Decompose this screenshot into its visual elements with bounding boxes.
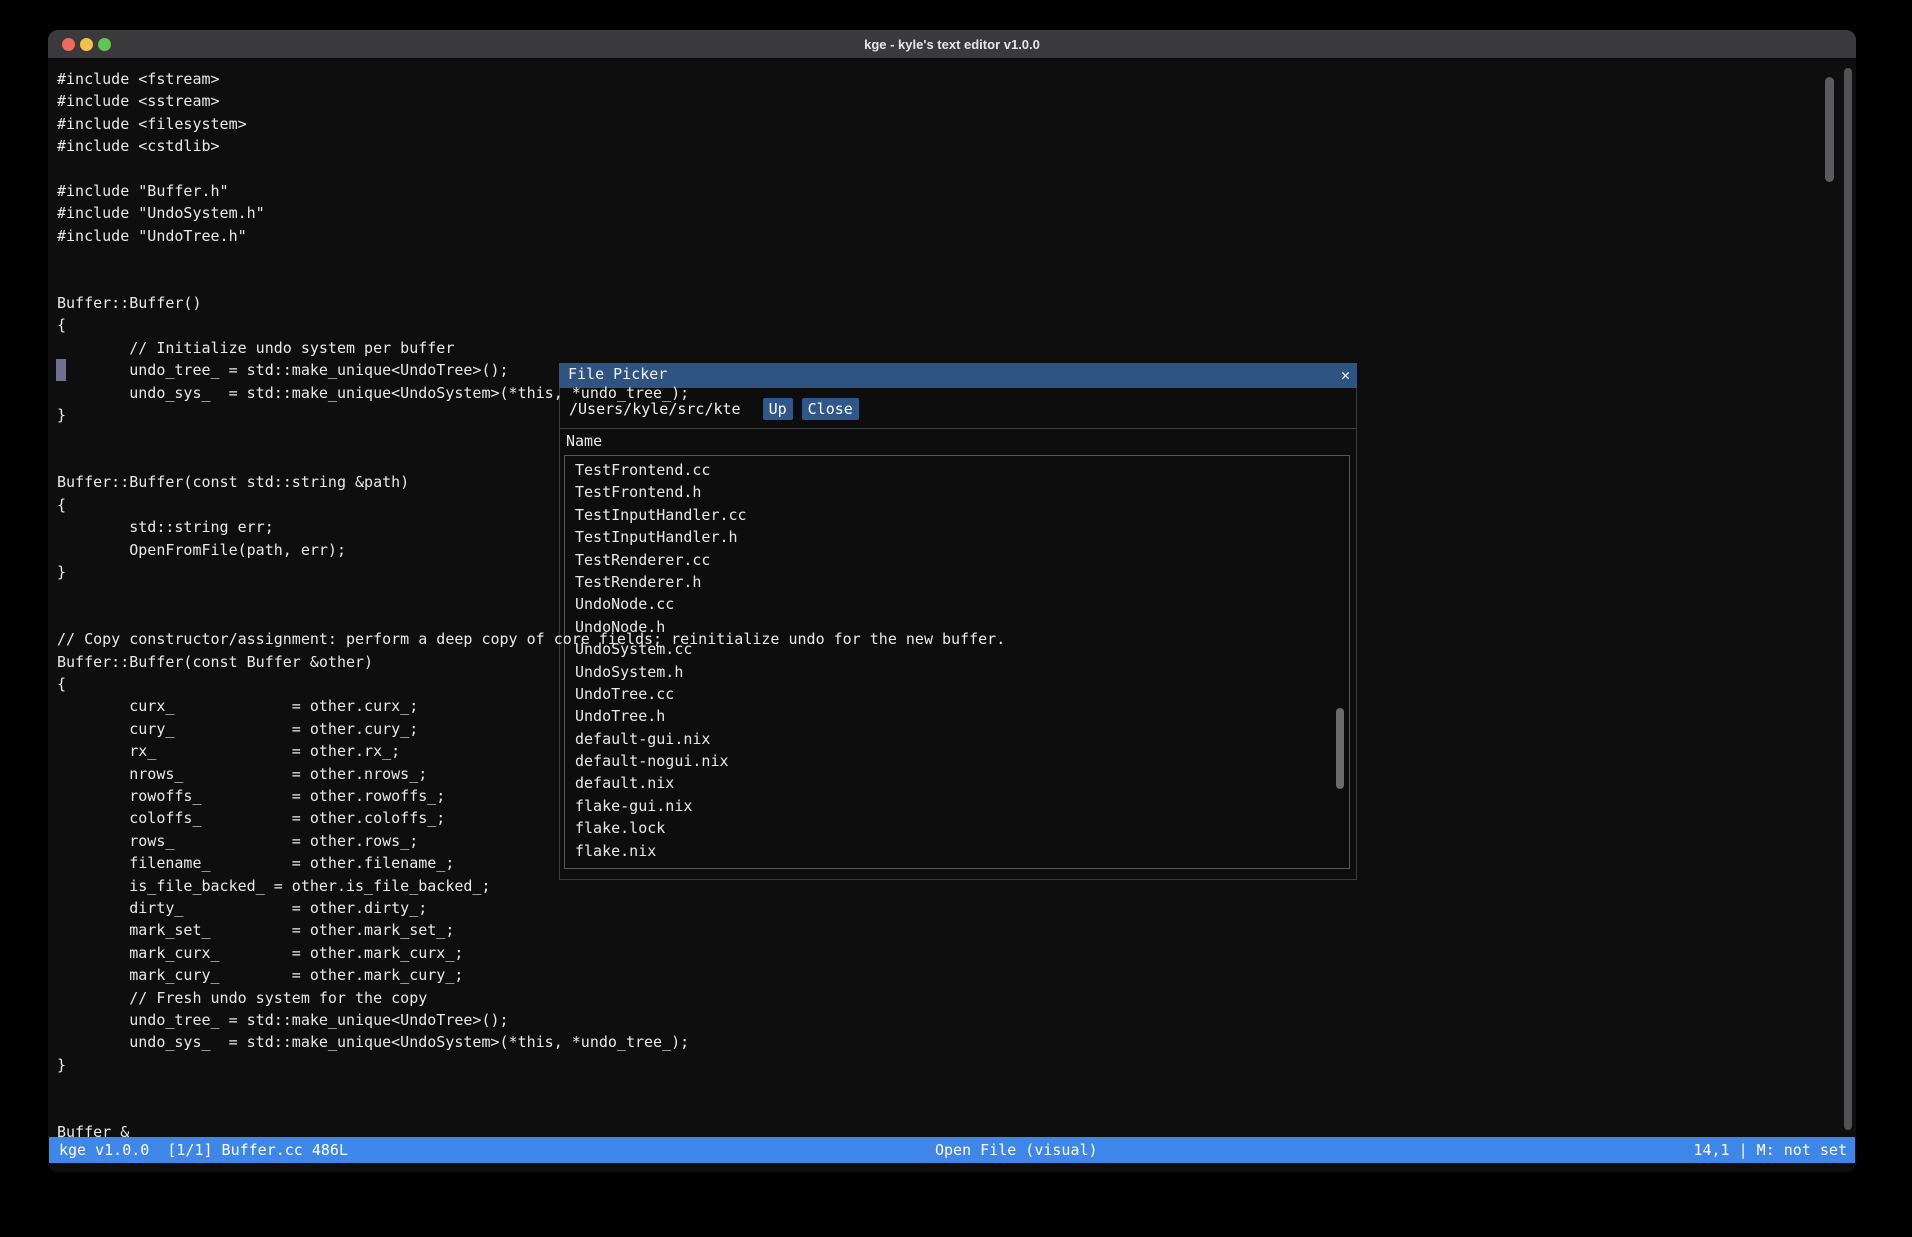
minimize-window-icon[interactable] bbox=[80, 38, 93, 51]
window-title: kge - kyle's text editor v1.0.0 bbox=[48, 37, 1856, 52]
app-window: kge - kyle's text editor v1.0.0 #include… bbox=[48, 30, 1856, 1172]
close-window-icon[interactable] bbox=[62, 38, 75, 51]
status-mode: Open File (visual) bbox=[935, 1139, 1098, 1161]
code-editor[interactable]: #include <fstream> #include <sstream> #i… bbox=[48, 58, 1856, 1137]
zoom-window-icon[interactable] bbox=[98, 38, 111, 51]
code-text: #include <fstream> #include <sstream> #i… bbox=[48, 58, 1856, 1137]
window-titlebar[interactable]: kge - kyle's text editor v1.0.0 bbox=[48, 30, 1856, 58]
status-app-info: kge v1.0.0 [1/1] Buffer.cc 486L bbox=[59, 1139, 348, 1161]
status-cursor-mark: 14,1 | M: not set bbox=[1693, 1139, 1847, 1161]
status-bar: kge v1.0.0 [1/1] Buffer.cc 486L Open Fil… bbox=[49, 1137, 1855, 1163]
